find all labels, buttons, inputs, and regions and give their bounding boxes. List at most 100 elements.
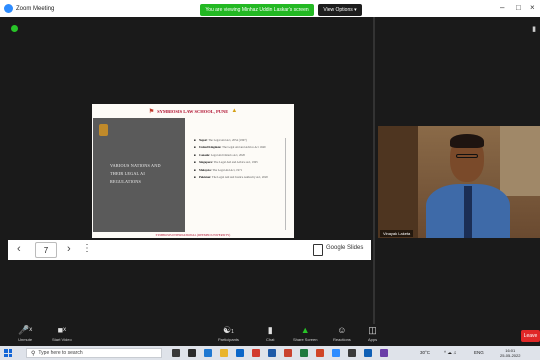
slide-bullet: Canada: Legal Aid Ontario Act, 2020 <box>194 152 278 158</box>
chrome-icon[interactable] <box>252 349 260 357</box>
start-video-button[interactable]: ■ˣ Start Video <box>52 325 72 342</box>
previous-slide-button[interactable]: ‹ <box>17 243 21 255</box>
video-shelf <box>378 126 418 238</box>
apps-icon: ◫ <box>368 325 377 335</box>
tray-icons[interactable]: ^ ☁ ♫ <box>444 350 457 356</box>
slide-heading-line: THEIR LEGAL AI <box>110 171 145 176</box>
slide-number-field[interactable]: 7 <box>35 242 57 258</box>
slide-bullet: Pakistan: The Legal Aid and Justice Auth… <box>194 175 278 180</box>
bullet-country: Nepal: <box>199 138 208 142</box>
reactions-icon: ☺ <box>337 325 347 335</box>
share-screen-icon: ▲ <box>300 325 310 335</box>
settings-icon[interactable] <box>348 349 356 357</box>
presentation-slide: ⚑ SYMBIOSIS LAW SCHOOL, PUNE ▲ VARIOUS N… <box>92 104 294 238</box>
toolbar-label: Participants <box>218 337 239 342</box>
title-bar: Zoom Meeting You are viewing Minhaz Uddi… <box>0 0 540 17</box>
reactions-button[interactable]: ☺ Reactions <box>333 325 351 342</box>
taskbar-search-input[interactable] <box>38 350 149 356</box>
powerpoint-icon[interactable] <box>284 349 292 357</box>
toolbar-label: Share Screen <box>293 337 318 342</box>
slide-heading-line: VARIOUS NATIONS AND <box>110 163 161 168</box>
slide-divider-line <box>285 138 286 230</box>
video-window <box>500 126 540 196</box>
bullet-country: United Kingdom: <box>199 145 222 150</box>
bullet-text: The Legal Aid and Advice Act, 1995 <box>213 160 258 165</box>
bullet-country: Malaysia: <box>199 167 212 172</box>
google-slides-icon <box>313 244 323 256</box>
slide-bullet-list: Nepal: The Legal Aid Act, 2054 (1997) Un… <box>194 138 278 182</box>
language-label[interactable]: ENG <box>474 350 484 355</box>
vlc-icon[interactable] <box>364 349 372 357</box>
task-view-icon[interactable] <box>188 349 196 357</box>
slide-bullet: United Kingdom: The Legal Aid and Advice… <box>194 145 278 150</box>
emblem-icon: ▲ <box>231 108 238 114</box>
slide-content-panel: Nepal: The Legal Aid Act, 2054 (1997) Un… <box>186 118 294 232</box>
share-screen-button[interactable]: ▲ Share Screen <box>293 325 317 342</box>
close-button[interactable]: × <box>530 3 535 12</box>
encryption-shield-icon[interactable] <box>11 25 18 32</box>
screen-share-notice: You are viewing Minhaz Uddin Laskar's sc… <box>200 4 314 16</box>
flag-icon: ⚑ <box>148 108 155 115</box>
maximize-button[interactable]: □ <box>516 3 521 12</box>
toolbar-label: Reactions <box>333 337 351 342</box>
bullet-text: The Legal Aid Act, 2054 (1997) <box>208 138 247 142</box>
slide-heading: VARIOUS NATIONS AND THEIR LEGAL AI REGUL… <box>110 162 182 186</box>
slide-header: ⚑ SYMBIOSIS LAW SCHOOL, PUNE ▲ <box>92 104 294 118</box>
search-icon: ⚲ <box>31 350 36 357</box>
participant-video[interactable] <box>378 126 540 238</box>
slide-heading-line: REGULATIONS <box>110 179 142 184</box>
chat-icon: ▮ <box>267 325 273 335</box>
participant-hair <box>450 134 484 148</box>
zoom-logo-icon <box>4 4 13 13</box>
video-camera-icon: ■ˣ <box>57 325 67 335</box>
windows-start-icon[interactable] <box>4 349 12 357</box>
toolbar-label: Chat <box>266 337 275 342</box>
slide-bullet: Nepal: The Legal Aid Act, 2054 (1997) <box>194 138 278 143</box>
app-title: Zoom Meeting <box>4 4 54 13</box>
bullet-country: Singapore: <box>199 160 213 165</box>
bullet-country: Pakistan: <box>199 175 212 180</box>
participants-button[interactable]: ☯1 Participants <box>218 325 239 342</box>
temperature-label[interactable]: 30°C <box>420 350 430 355</box>
toolbar-label: Apps <box>368 337 378 342</box>
next-slide-button[interactable]: › <box>67 243 71 255</box>
bullet-country: Canada: <box>199 152 211 157</box>
slide-footer: SYMBIOSIS INTERNATIONAL (DEEMED UNIVERSI… <box>155 233 231 237</box>
bullet-text: Legal Aid Ontario Act, 2020 <box>210 152 246 157</box>
bullet-text: The Legal Aid and Advice Act 1949 <box>222 145 266 150</box>
taskbar-search[interactable]: ⚲ <box>26 348 162 358</box>
toolbar-label: Start Video <box>52 337 72 342</box>
slide-bullet: Singapore: The Legal Aid and Advice Act,… <box>194 160 278 165</box>
slide-title-panel: VARIOUS NATIONS AND THEIR LEGAL AI REGUL… <box>93 118 185 232</box>
office-icon[interactable] <box>316 349 324 357</box>
bullet-text: The Legal Aid Act, 1971 <box>212 167 243 172</box>
taskbar-clock[interactable]: 16:01 25-05-2022 <box>500 348 520 358</box>
panel-menu-icon[interactable]: ▮ <box>532 25 536 33</box>
store-icon[interactable] <box>236 349 244 357</box>
chat-button[interactable]: ▮ Chat <box>266 325 274 342</box>
edge-icon[interactable] <box>204 349 212 357</box>
participant-count: 1 <box>231 329 234 335</box>
excel-icon[interactable] <box>300 349 308 357</box>
zoom-window: Zoom Meeting You are viewing Minhaz Uddi… <box>0 0 540 360</box>
unmute-button[interactable]: 🎤ˣ Unmute <box>18 325 32 342</box>
meeting-toolbar: 🎤ˣ Unmute ■ˣ Start Video ☯1 Participants… <box>0 324 540 346</box>
apps-button[interactable]: ◫ Apps <box>368 325 377 342</box>
slide-logo-icon <box>99 124 108 136</box>
clock-date: 25-05-2022 <box>500 353 521 358</box>
google-slides-label: Google Slides <box>326 245 364 251</box>
participants-icon: ☯1 <box>223 325 234 335</box>
windows-taskbar: ⚲ 30°C ^ ☁ ♫ ENG 16:01 25-05-2022 <box>0 346 540 360</box>
file-explorer-icon[interactable] <box>220 349 228 357</box>
participant-name-label: Vinayak Laketa <box>380 230 414 237</box>
leave-meeting-button[interactable]: Leave <box>521 330 540 342</box>
zoom-taskbar-icon[interactable] <box>332 349 340 357</box>
minimize-button[interactable]: – <box>500 3 504 12</box>
view-options-button[interactable]: View Options ▾ <box>318 4 362 16</box>
word-icon[interactable] <box>268 349 276 357</box>
cortana-icon[interactable] <box>172 349 180 357</box>
app-icon[interactable] <box>380 349 388 357</box>
slide-bullet: Malaysia: The Legal Aid Act, 1971 <box>194 167 278 173</box>
more-options-icon[interactable]: ⋮ <box>82 243 92 254</box>
participant-glasses <box>456 154 478 158</box>
